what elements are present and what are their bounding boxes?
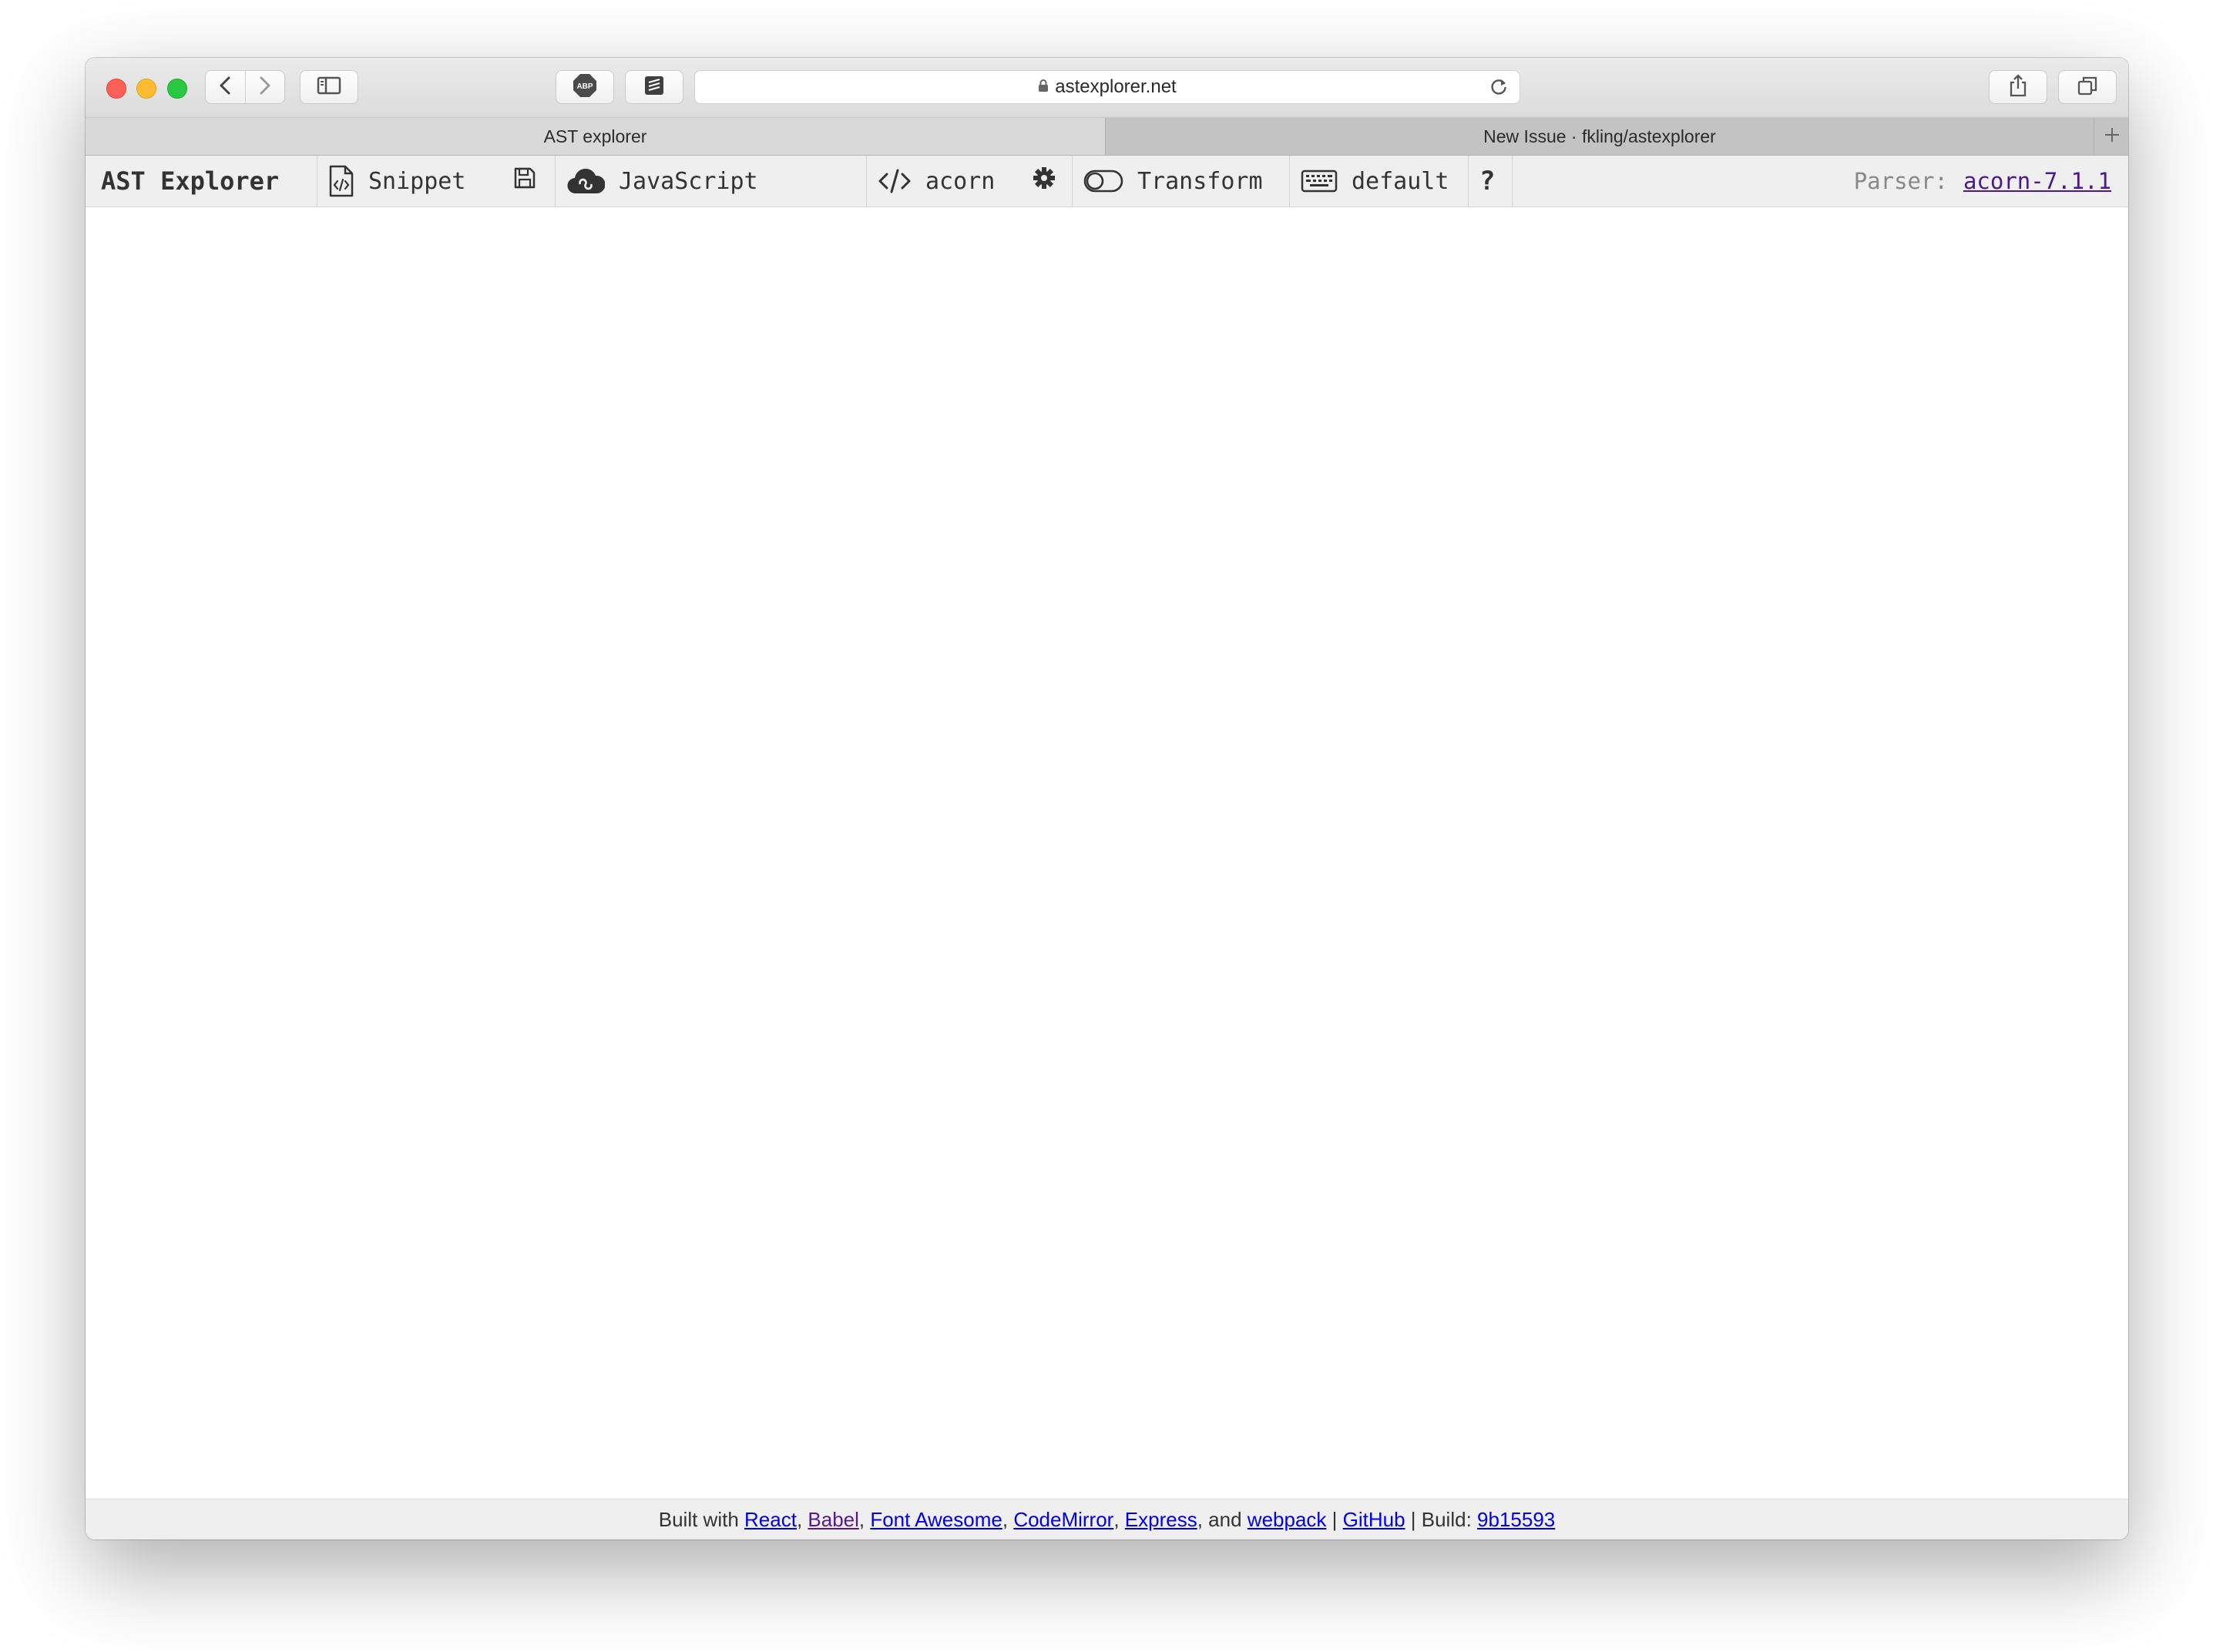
keymap-select[interactable]: default — [1289, 156, 1468, 206]
zoom-window-button[interactable] — [167, 79, 187, 99]
express-link[interactable]: Express — [1125, 1508, 1197, 1532]
toggle-off-icon — [1083, 169, 1123, 193]
react-link[interactable]: React — [744, 1508, 797, 1532]
codemirror-link[interactable]: CodeMirror — [1013, 1508, 1113, 1532]
share-icon — [2009, 73, 2027, 101]
font-awesome-link[interactable]: Font Awesome — [870, 1508, 1002, 1532]
minimize-window-button[interactable] — [136, 79, 156, 99]
desktop: ABP astexplorer.net AST explorer New Iss… — [0, 0, 2213, 1652]
app-title: AST Explorer — [101, 166, 280, 196]
help-icon: ? — [1479, 166, 1496, 196]
github-link[interactable]: GitHub — [1343, 1508, 1405, 1532]
snippet-menu[interactable]: Snippet — [317, 156, 465, 206]
address-bar[interactable]: astexplorer.net — [694, 70, 1520, 104]
adblock-button[interactable]: ABP — [556, 70, 614, 104]
extension-button[interactable] — [625, 70, 683, 104]
snippet-label: Snippet — [368, 167, 466, 195]
parser-settings-button[interactable] — [1033, 156, 1056, 206]
cloud-icon — [566, 167, 605, 195]
save-icon — [513, 166, 536, 196]
code-icon — [878, 168, 912, 194]
lock-icon — [1038, 76, 1049, 98]
transform-label: Transform — [1137, 167, 1263, 195]
address-text: astexplorer.net — [1055, 76, 1177, 97]
reload-icon[interactable] — [1489, 77, 1509, 101]
footer: Built with React, Babel, Font Awesome, C… — [86, 1499, 2128, 1540]
main-content-area — [86, 207, 2128, 1499]
code-file-icon — [328, 164, 354, 198]
help-button[interactable]: ? — [1468, 156, 1513, 206]
language-select[interactable]: JavaScript — [555, 156, 789, 206]
svg-text:ABP: ABP — [576, 82, 593, 91]
tab-ast-explorer[interactable]: AST explorer — [86, 118, 1105, 155]
parser-version-link[interactable]: acorn-7.1.1 — [1963, 168, 2111, 194]
language-label: JavaScript — [619, 167, 758, 195]
parser-info: Parser: acorn-7.1.1 — [1854, 156, 2111, 206]
build-label: Build: — [1421, 1507, 1472, 1531]
tab-new-issue[interactable]: New Issue · fkling/astexplorer — [1105, 118, 2094, 155]
new-tab-button[interactable] — [2094, 118, 2128, 155]
share-button[interactable] — [1989, 70, 2047, 104]
babel-link[interactable]: Babel — [808, 1508, 859, 1532]
build-hash-link[interactable]: 9b15593 — [1477, 1508, 1555, 1532]
extension-icon — [643, 75, 665, 100]
navigation-buttons — [205, 70, 285, 104]
keyboard-icon — [1301, 169, 1338, 193]
sidebar-icon — [317, 76, 341, 99]
close-window-button[interactable] — [106, 79, 126, 99]
gear-icon — [1033, 166, 1056, 196]
forward-icon — [258, 76, 272, 99]
back-icon — [218, 76, 232, 99]
browser-titlebar: ABP astexplorer.net — [86, 58, 2128, 118]
parser-info-label: Parser: — [1853, 168, 1948, 194]
footer-built-with: Built with — [658, 1507, 739, 1531]
tab-overview-button[interactable] — [2058, 70, 2117, 104]
forward-button[interactable] — [246, 71, 285, 103]
parser-name-label: acorn — [925, 167, 996, 195]
adblock-icon: ABP — [573, 73, 597, 102]
sidebar-toggle-button[interactable] — [300, 70, 358, 104]
app-toolbar: AST Explorer Snippet JavaScript acorn Tr… — [86, 156, 2128, 207]
tab-label: New Issue · fkling/astexplorer — [1483, 126, 1716, 146]
keymap-label: default — [1352, 167, 1449, 195]
save-button[interactable] — [513, 156, 536, 206]
webpack-link[interactable]: webpack — [1248, 1508, 1327, 1532]
back-button[interactable] — [206, 71, 246, 103]
tab-label: AST explorer — [543, 126, 647, 146]
tab-bar: AST explorer New Issue · fkling/astexplo… — [86, 118, 2128, 156]
browser-window: ABP astexplorer.net AST explorer New Iss… — [86, 58, 2128, 1540]
new-tab-icon — [2104, 126, 2121, 147]
transform-toggle[interactable]: Transform — [1072, 156, 1289, 206]
footer-and: and — [1208, 1507, 1242, 1531]
tabs-overview-icon — [2077, 76, 2097, 99]
